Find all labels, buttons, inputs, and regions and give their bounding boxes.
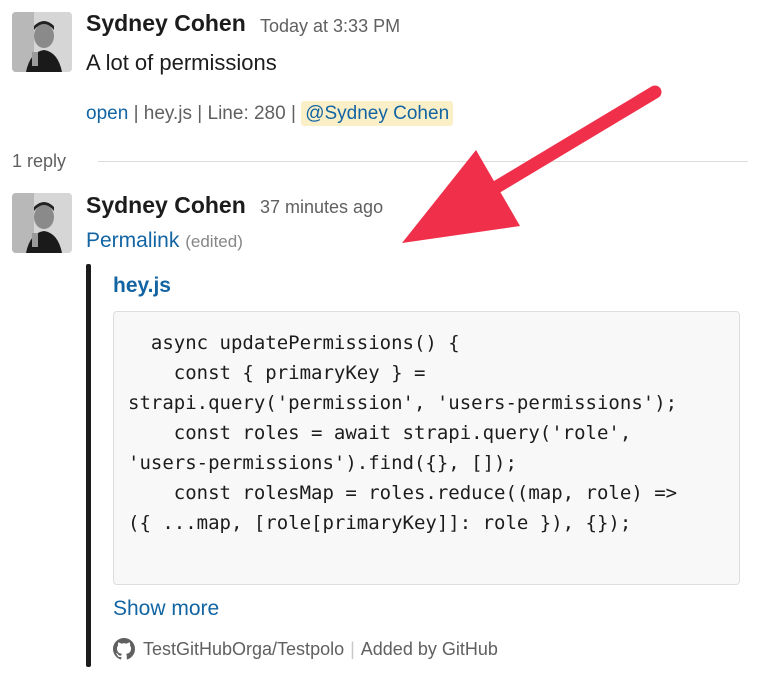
annotation-arrow-icon [402,85,662,243]
